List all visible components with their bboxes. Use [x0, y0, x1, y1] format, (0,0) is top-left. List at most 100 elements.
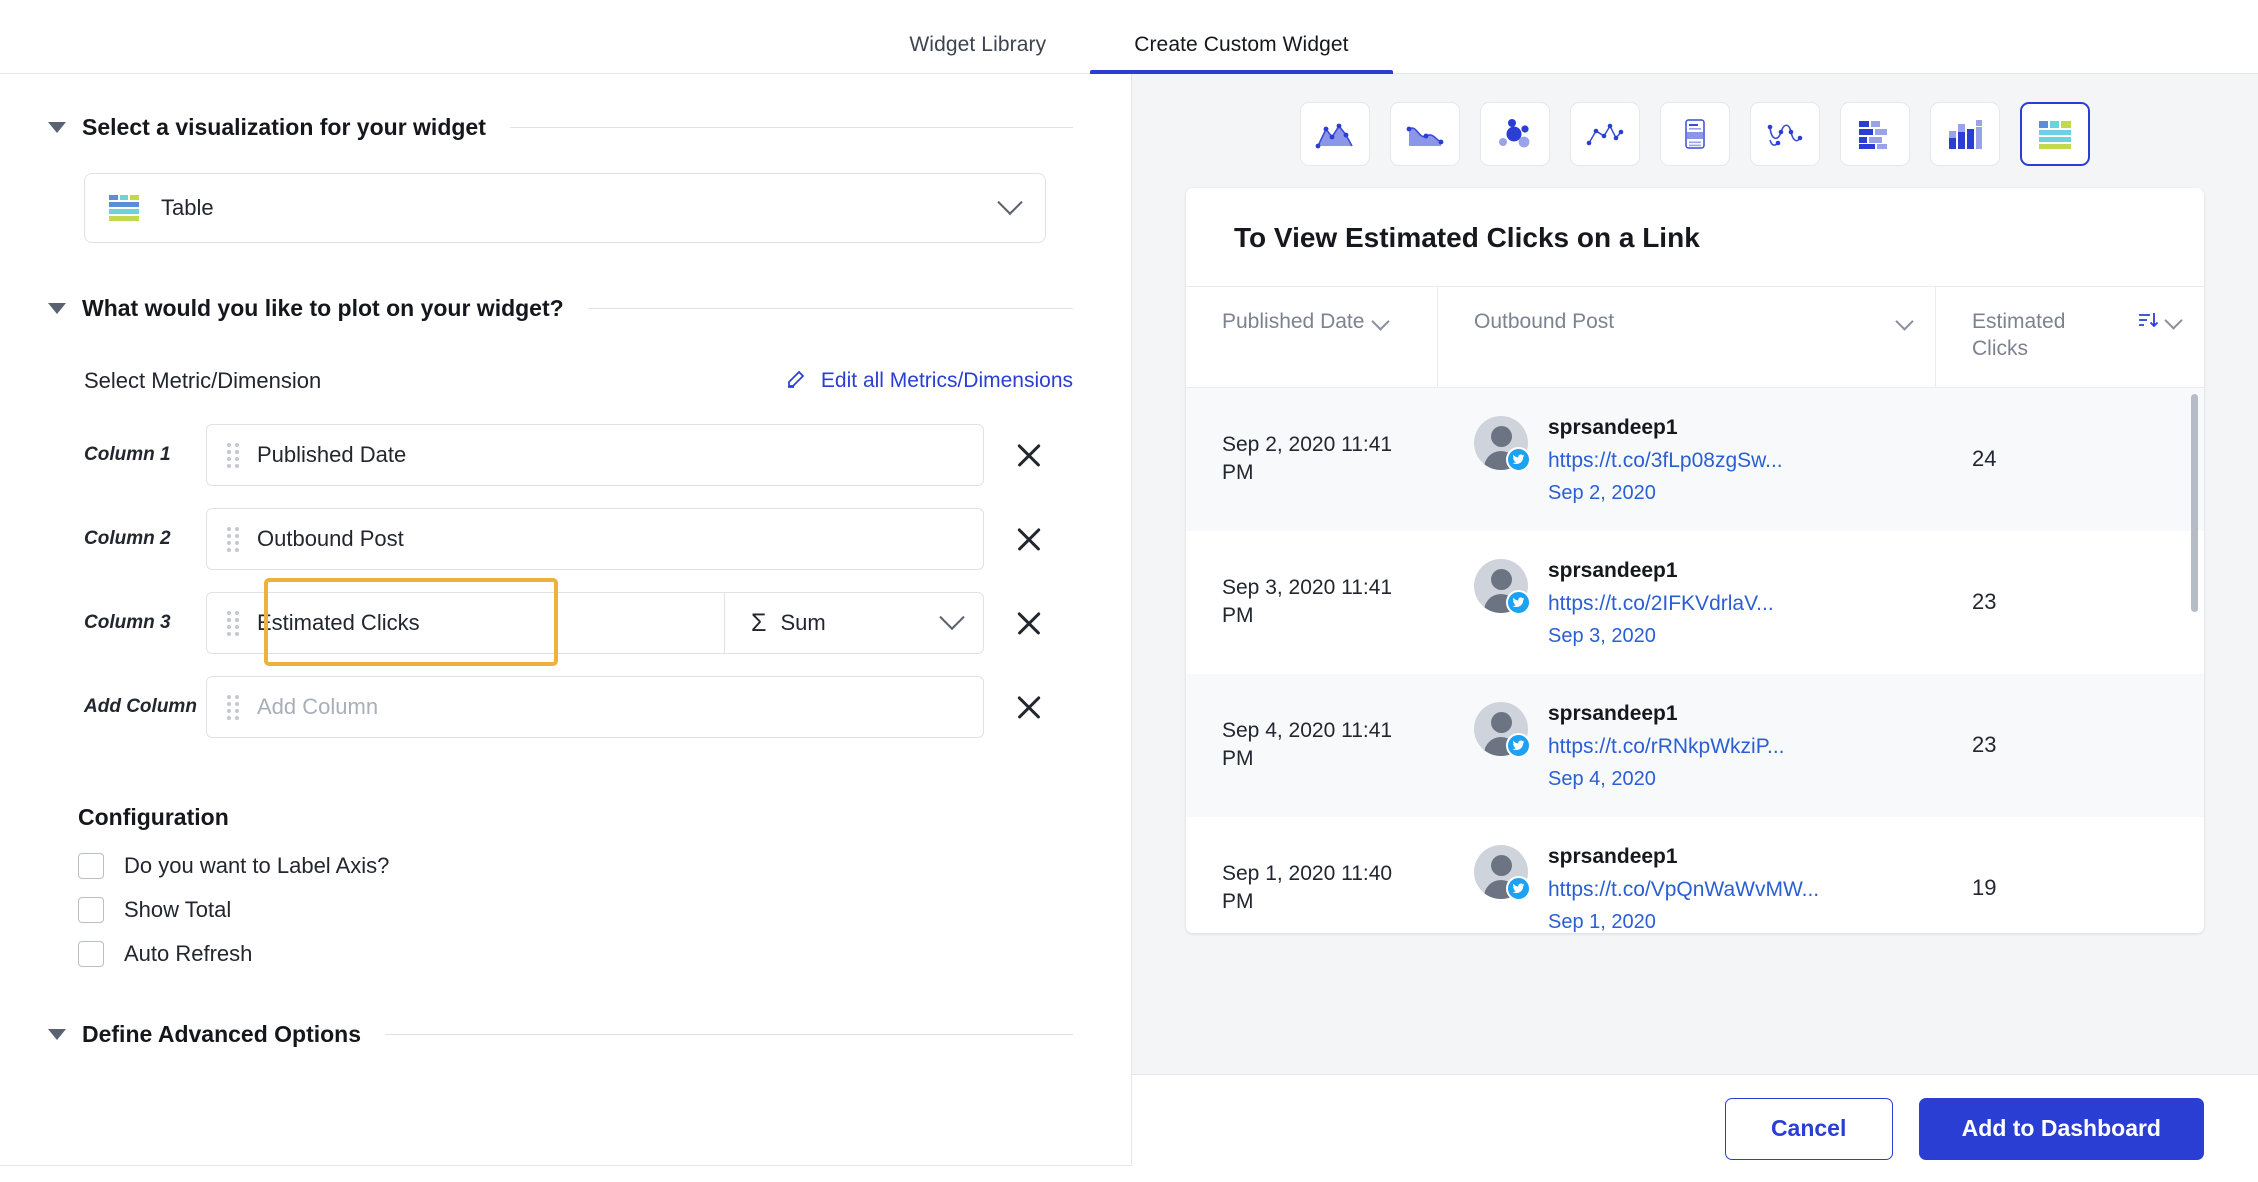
chevron-down-icon: [997, 189, 1023, 216]
column-row: Add Column Add Column: [84, 670, 1131, 744]
config-option-show-total[interactable]: Show Total: [78, 897, 1131, 923]
visualization-select-value: Table: [161, 195, 214, 220]
add-to-dashboard-button[interactable]: Add to Dashboard: [1918, 1097, 2204, 1160]
add-column-input[interactable]: Add Column: [206, 676, 984, 738]
twitter-badge-icon: [1506, 875, 1531, 901]
post-link[interactable]: https://t.co/VpQnWaWvMW...: [1548, 878, 1819, 902]
viz-type-bubble-chart[interactable]: [1480, 102, 1550, 166]
column-row-label: Column 1: [84, 444, 171, 465]
tab-create-custom-widget[interactable]: Create Custom Widget: [1090, 33, 1394, 74]
widget-preview-card: To View Estimated Clicks on a Link Publi…: [1186, 188, 2204, 933]
table-row[interactable]: Sep 1, 2020 11:40 PM sprsandeep1 https:/…: [1186, 816, 2204, 933]
drag-handle-icon[interactable]: [227, 610, 241, 636]
config-option-label-axis[interactable]: Do you want to Label Axis?: [78, 853, 1131, 879]
tab-list: Widget Library Create Custom Widget: [865, 33, 1394, 74]
cell-published-date: Sep 4, 2020 11:41 PM: [1222, 718, 1393, 771]
cell-published-date: Sep 3, 2020 11:41 PM: [1222, 575, 1393, 628]
cell-outbound-post: sprsandeep1 https://t.co/VpQnWaWvMW... S…: [1438, 817, 1936, 933]
table-header-estimated-clicks[interactable]: Estimated Clicks: [1936, 287, 2204, 387]
config-option-label: Show Total: [124, 897, 232, 922]
visualization-type-switcher: [1132, 74, 2258, 188]
checkbox-show-total[interactable]: [78, 897, 104, 923]
table-header-label: Estimated Clicks: [1972, 310, 2066, 360]
configuration-panel: Select a visualization for your widget T…: [0, 74, 1132, 1182]
chevron-down-icon[interactable]: [1371, 312, 1391, 331]
table-body[interactable]: Sep 2, 2020 11:41 PM sprsandeep1 https:/…: [1186, 387, 2204, 933]
avatar: [1474, 701, 1531, 758]
table-header-label: Published Date: [1222, 310, 1365, 333]
add-column-placeholder: Add Column: [257, 694, 379, 719]
divider: [385, 1034, 1073, 1035]
aggregation-select[interactable]: Σ Sum: [724, 592, 984, 654]
viz-type-smooth-area-chart[interactable]: [1390, 102, 1460, 166]
post-content: sprsandeep1 https://t.co/3fLp08zgSw... S…: [1548, 416, 1783, 505]
widget-title: To View Estimated Clicks on a Link: [1234, 222, 1700, 253]
column-3-input[interactable]: Estimated Clicks: [206, 592, 724, 654]
edit-all-metrics-label: Edit all Metrics/Dimensions: [820, 369, 1073, 392]
table-scrollbar[interactable]: [2191, 393, 2198, 612]
checkbox-label-axis[interactable]: [78, 853, 104, 879]
checkbox-auto-refresh[interactable]: [78, 941, 104, 967]
viz-type-line-chart[interactable]: [1750, 102, 1820, 166]
column-row: Column 1 Published Date: [84, 418, 1131, 492]
post-author: sprsandeep1: [1548, 701, 1678, 725]
viz-type-card-list[interactable]: [1660, 102, 1730, 166]
sort-descending-icon[interactable]: [2137, 310, 2183, 330]
viz-type-area-chart[interactable]: [1300, 102, 1370, 166]
column-1-input[interactable]: Published Date: [206, 424, 984, 486]
cell-published-date: Sep 1, 2020 11:40 PM: [1222, 861, 1393, 914]
column-2-input[interactable]: Outbound Post: [206, 508, 984, 570]
divider: [509, 127, 1073, 128]
remove-column-1-button[interactable]: [1012, 438, 1046, 472]
table-header-published-date[interactable]: Published Date: [1186, 287, 1438, 387]
post-link[interactable]: https://t.co/2IFKVdrlaV...: [1548, 592, 1774, 616]
bottom-strip: [0, 1166, 2258, 1182]
cancel-button[interactable]: Cancel: [1724, 1097, 1893, 1160]
collapse-caret-icon[interactable]: [48, 303, 66, 314]
chevron-down-icon: [939, 604, 965, 631]
table-header-outbound-post[interactable]: Outbound Post: [1438, 287, 1936, 387]
viz-type-column-chart[interactable]: [1930, 102, 2000, 166]
post-link[interactable]: https://t.co/3fLp08zgSw...: [1548, 449, 1783, 473]
twitter-badge-icon: [1506, 446, 1531, 472]
section-header-visualization: Select a visualization for your widget: [0, 114, 1131, 141]
config-option-auto-refresh[interactable]: Auto Refresh: [78, 941, 1131, 967]
table-row[interactable]: Sep 4, 2020 11:41 PM sprsandeep1 https:/…: [1186, 673, 2204, 817]
chevron-down-icon[interactable]: [1895, 312, 1914, 331]
collapse-caret-icon[interactable]: [48, 122, 66, 133]
remove-column-3-button[interactable]: [1012, 606, 1046, 640]
drag-handle-icon[interactable]: [227, 526, 241, 552]
column-row-label: Add Column: [84, 696, 197, 717]
remove-column-2-button[interactable]: [1012, 522, 1046, 556]
avatar: [1474, 844, 1531, 901]
config-option-label: Auto Refresh: [124, 941, 253, 966]
remove-add-column-button[interactable]: [1012, 690, 1046, 724]
column-config-list: Column 1 Published Date Column 2 Outboun…: [0, 418, 1131, 744]
metric-dimension-header: Select Metric/Dimension Edit all Metrics…: [84, 366, 1073, 396]
twitter-badge-icon: [1506, 732, 1531, 758]
post-author: sprsandeep1: [1548, 844, 1678, 868]
cell-estimated-clicks: 23: [1972, 589, 1997, 615]
drag-handle-icon[interactable]: [227, 442, 241, 468]
collapse-caret-icon[interactable]: [48, 1029, 66, 1040]
visualization-select[interactable]: Table: [84, 173, 1046, 243]
viz-type-table[interactable]: [2020, 102, 2090, 166]
tab-widget-library[interactable]: Widget Library: [865, 33, 1090, 73]
pencil-icon: [785, 366, 809, 396]
table-row[interactable]: Sep 2, 2020 11:41 PM sprsandeep1 https:/…: [1186, 387, 2204, 531]
configuration-section: Configuration Do you want to Label Axis?…: [78, 804, 1131, 967]
cell-estimated-clicks: 24: [1972, 446, 1997, 472]
viz-type-scatter-line-chart[interactable]: [1570, 102, 1640, 166]
table-row[interactable]: Sep 3, 2020 11:41 PM sprsandeep1 https:/…: [1186, 530, 2204, 674]
post-date: Sep 1, 2020: [1548, 910, 1656, 933]
column-row: Column 3 Estimated Clicks Σ Sum: [84, 578, 1131, 666]
post-date: Sep 3, 2020: [1548, 624, 1656, 647]
viz-type-horizontal-bar-chart[interactable]: [1840, 102, 1910, 166]
section-title-visualization: Select a visualization for your widget: [82, 114, 486, 140]
chevron-down-icon[interactable]: [2164, 310, 2183, 330]
table-icon: [109, 195, 139, 221]
create-custom-widget-screen: Widget Library Create Custom Widget Sele…: [0, 0, 2258, 1182]
post-link[interactable]: https://t.co/rRNkpWkziP...: [1548, 735, 1785, 759]
drag-handle-icon[interactable]: [227, 694, 241, 720]
edit-all-metrics-link[interactable]: Edit all Metrics/Dimensions: [785, 366, 1073, 396]
